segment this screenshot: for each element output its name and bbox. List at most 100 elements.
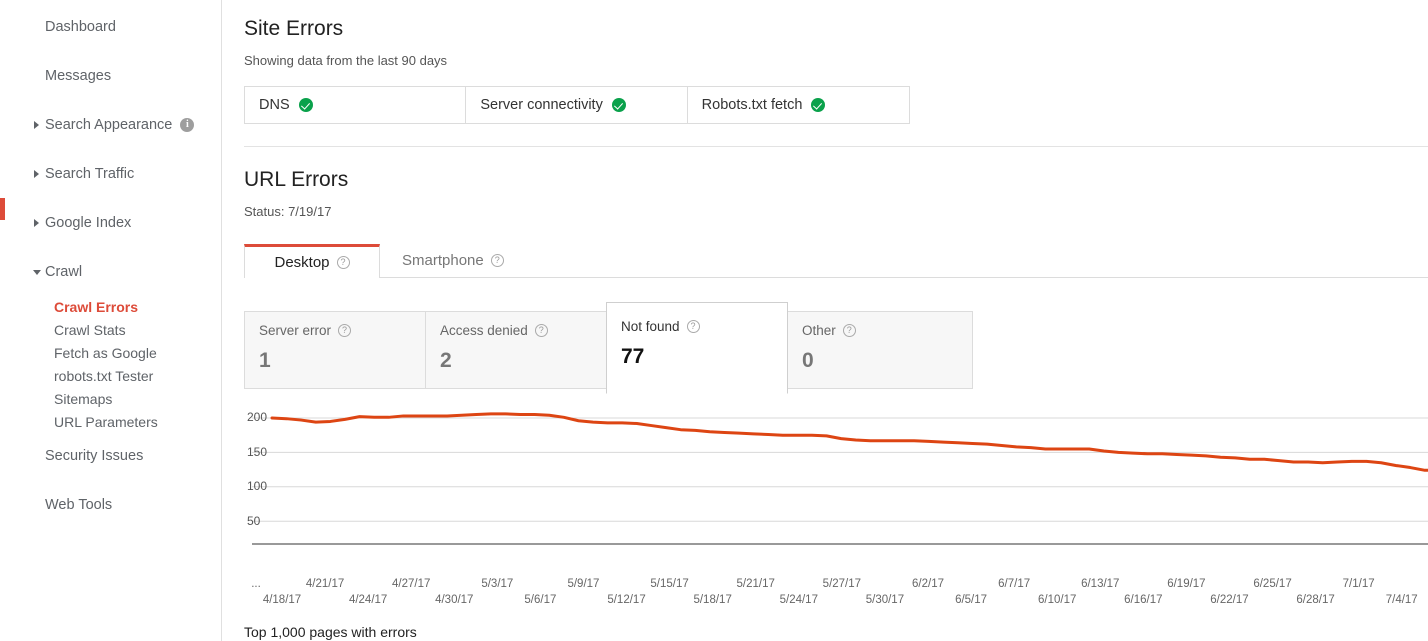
chart-x-tick-label: 5/24/17 (779, 594, 818, 607)
sidebar-subitem-label: Crawl Stats (54, 321, 126, 338)
chart-x-tick-label: 6/22/17 (1210, 594, 1249, 607)
error-card-label-wrap: Access denied ? (440, 323, 592, 338)
chart-x-tick-label: 6/13/17 (1081, 578, 1120, 591)
sidebar-item-crawl[interactable]: Crawl (0, 257, 221, 287)
chart-series-line (270, 412, 1428, 473)
check-circle-icon (811, 98, 826, 113)
site-error-cell-robots-txt-fetch[interactable]: Robots.txt fetch (688, 87, 909, 123)
error-card-label: Other (802, 323, 836, 339)
sidebar-item-sitemaps[interactable]: Sitemaps (0, 387, 221, 410)
sidebar-item-label: Messages (45, 67, 112, 84)
help-circle-icon[interactable]: ? (842, 324, 856, 338)
sidebar-item-messages[interactable]: Messages (0, 61, 221, 91)
url-errors-section: URL Errors Status: 7/19/17 (222, 167, 1428, 219)
sidebar-item-crawl-errors[interactable]: Crawl Errors (0, 295, 221, 318)
tab-label: Smartphone (402, 252, 484, 270)
chart-x-tick-label: 7/1/17 (1342, 578, 1375, 591)
sidebar-item-fetch-as-google[interactable]: Fetch as Google (0, 341, 221, 364)
sidebar-item-robots-txt-tester[interactable]: robots.txt Tester (0, 364, 221, 387)
sidebar-item-dashboard[interactable]: Dashboard (0, 12, 221, 42)
help-circle-icon[interactable]: ? (686, 320, 700, 334)
chart-svg (252, 412, 1428, 545)
site-errors-section: Site Errors Showing data from the last 9… (222, 16, 1428, 125)
sidebar-item-label: Security Issues (45, 447, 144, 464)
tab-smartphone[interactable]: Smartphone ? (380, 244, 526, 277)
help-circle-icon[interactable]: ? (336, 256, 350, 270)
chart-x-tick-label: 7/4/17 (1385, 594, 1418, 607)
error-card-label-wrap: Server error ? (259, 323, 411, 338)
top-pages-note: Top 1,000 pages with errors (244, 624, 417, 641)
error-category-cards: Server error ? 1 Access denied ? 2 Not f… (244, 302, 984, 395)
site-error-label: Server connectivity (480, 97, 603, 114)
error-card-access-denied[interactable]: Access denied ? 2 (425, 311, 607, 390)
site-error-cell-dns[interactable]: DNS (245, 87, 467, 124)
check-circle-icon (298, 98, 313, 113)
sidebar-item-label: Search Traffic (45, 165, 135, 182)
chart-x-tick-label: 5/30/17 (865, 594, 905, 607)
section-divider (244, 146, 1428, 148)
site-errors-title: Site Errors (244, 17, 344, 40)
help-circle-icon[interactable]: ? (338, 324, 352, 338)
chart-y-tick-label: 50 (247, 513, 261, 528)
url-errors-title: URL Errors (244, 168, 349, 192)
chart-x-overflow-left: ... (251, 578, 261, 591)
sidebar-item-web-tools[interactable]: Web Tools (0, 490, 221, 520)
site-error-label: Robots.txt fetch (701, 97, 803, 114)
sidebar-subitem-label: URL Parameters (54, 413, 158, 430)
chart-x-tick-label: 6/16/17 (1124, 594, 1163, 607)
main-content: Site Errors Showing data from the last 9… (222, 0, 1428, 641)
error-card-server-error[interactable]: Server error ? 1 (244, 311, 426, 390)
sidebar-subitem-label: Sitemaps (54, 390, 113, 407)
sidebar-subitem-label: Fetch as Google (54, 344, 157, 361)
chart-x-tick-label: 6/2/17 (912, 578, 944, 591)
info-icon[interactable]: i (180, 118, 195, 132)
sidebar-subitem-label: Crawl Errors (54, 298, 139, 315)
tab-desktop[interactable]: Desktop ? (244, 244, 380, 279)
chart-x-tick-label: 4/18/17 (262, 594, 302, 607)
error-card-label: Access denied (440, 323, 528, 339)
chart-x-tick-label: 5/9/17 (567, 578, 600, 591)
chart-x-tick-label: 6/7/17 (998, 578, 1031, 591)
chart-y-tick-label: 150 (247, 444, 268, 459)
sidebar-item-url-parameters[interactable]: URL Parameters (0, 410, 221, 433)
sidebar-item-label: Web Tools (45, 496, 113, 513)
error-card-label: Server error (259, 323, 332, 339)
site-error-cell-server-connectivity[interactable]: Server connectivity (466, 87, 688, 124)
chart-x-tick-label: 4/27/17 (392, 578, 431, 591)
sidebar-item-label: Search Appearance (45, 116, 173, 133)
chart-x-tick-label: 4/24/17 (348, 594, 388, 607)
chart-x-tick-label: 5/3/17 (481, 578, 514, 591)
error-card-label: Not found (621, 319, 680, 335)
chart-x-tick-label: 6/10/17 (1038, 594, 1077, 607)
chart-x-tick-label: 6/19/17 (1167, 578, 1206, 591)
chart-x-tick-label: 5/12/17 (607, 594, 646, 607)
error-card-other[interactable]: Other ? 0 (787, 311, 973, 390)
error-card-value: 0 (802, 349, 814, 373)
error-card-not-found[interactable]: Not found ? 77 (606, 302, 788, 395)
sidebar-item-label: Google Index (45, 214, 132, 231)
errors-over-time-chart: 200 150 100 50 (244, 406, 1428, 576)
error-card-value: 1 (259, 349, 271, 373)
sidebar-item-search-traffic[interactable]: Search Traffic (0, 159, 221, 189)
sidebar-subitem-label: robots.txt Tester (54, 367, 154, 384)
error-card-label-wrap: Other ? (802, 323, 958, 338)
chart-x-tick-label: 5/27/17 (822, 578, 862, 591)
chart-y-tick-label: 200 (247, 410, 268, 425)
chevron-right-icon (34, 121, 39, 129)
site-errors-subtitle: Showing data from the last 90 days (244, 53, 448, 69)
error-card-value: 2 (440, 349, 452, 373)
chevron-right-icon (34, 170, 39, 178)
sidebar-item-search-appearance[interactable]: Search Appearance i (0, 110, 221, 140)
chart-x-tick-label: 4/21/17 (305, 578, 345, 591)
site-errors-table: DNS Server connectivity Robots.txt fetch (244, 86, 910, 125)
site-error-label: DNS (259, 97, 290, 114)
chart-x-tick-label: 5/18/17 (693, 594, 732, 607)
sidebar-item-crawl-stats[interactable]: Crawl Stats (0, 318, 221, 341)
help-circle-icon[interactable]: ? (490, 254, 504, 268)
url-errors-status: Status: 7/19/17 (244, 204, 332, 220)
sidebar-item-google-index[interactable]: Google Index (0, 208, 221, 238)
sidebar-item-security-issues[interactable]: Security Issues (0, 441, 221, 471)
help-circle-icon[interactable]: ? (534, 324, 548, 338)
tab-label: Desktop (274, 254, 330, 272)
